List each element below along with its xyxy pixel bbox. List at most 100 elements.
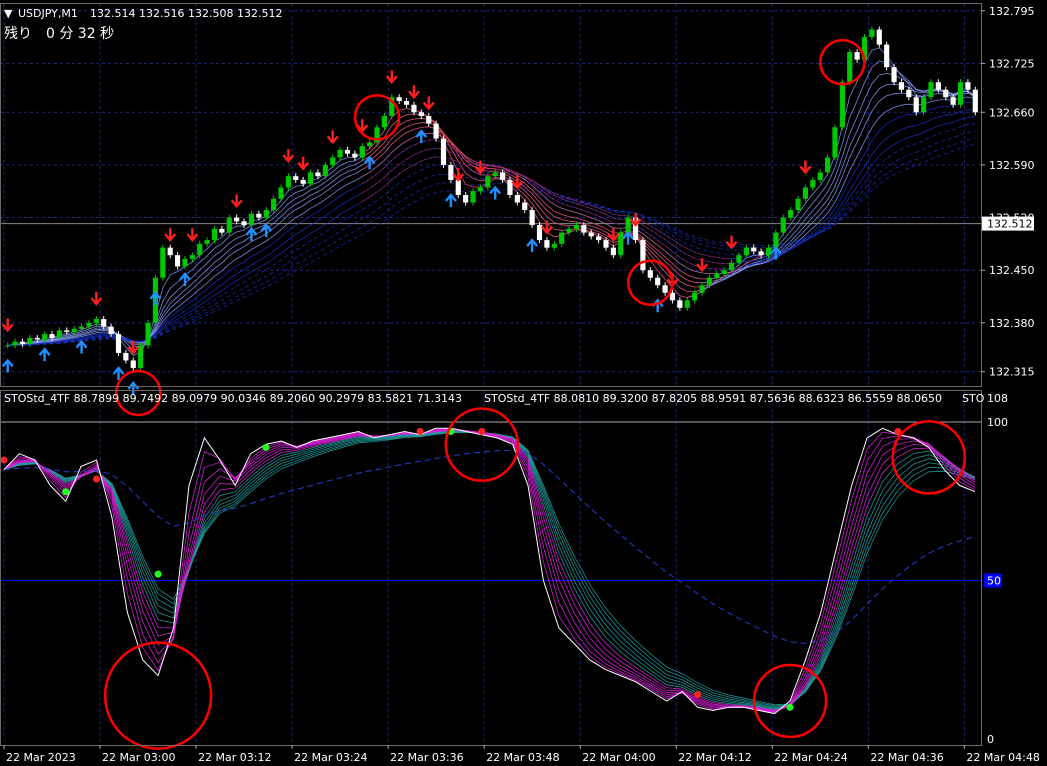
chart-canvas: 132.795132.725132.660132.590132.520132.4… <box>0 3 1040 764</box>
sell-arrow-icon <box>297 156 310 171</box>
candle-body <box>884 44 890 68</box>
candle-body <box>12 341 18 346</box>
candle <box>544 237 550 251</box>
candle-body <box>566 228 572 233</box>
symbol-label[interactable]: USDJPY,M1 <box>18 7 78 20</box>
candle <box>928 79 934 101</box>
buy-arrow-icon <box>75 339 88 354</box>
candle <box>780 214 786 236</box>
candle-body <box>588 232 594 237</box>
candle-body <box>411 104 417 113</box>
candle-body <box>706 277 712 286</box>
buy-arrow-icon <box>179 272 191 286</box>
candle-body <box>581 225 587 233</box>
candle-body <box>765 247 772 256</box>
candle <box>374 124 380 146</box>
candle-body <box>551 243 557 248</box>
candle <box>677 297 683 311</box>
candle-body <box>182 258 188 267</box>
candle-body <box>337 149 343 158</box>
candle-body <box>699 285 705 293</box>
sell-arrow-icon <box>540 220 553 235</box>
candle <box>551 240 557 251</box>
candle-body <box>943 89 949 98</box>
candle-body <box>876 29 882 45</box>
symbol-dropdown-icon[interactable]: ▼ <box>4 7 13 20</box>
time-axis-label: 22 Mar 03:24 <box>294 751 367 764</box>
candle-body <box>322 164 328 177</box>
candle <box>322 161 328 180</box>
candle <box>684 297 690 311</box>
candle <box>647 267 653 281</box>
candle <box>293 173 299 183</box>
candle <box>884 41 890 71</box>
candle <box>174 252 181 270</box>
sell-arrow-icon <box>799 160 812 175</box>
candle-body <box>396 97 402 101</box>
oscillator-highlight-circle <box>103 641 213 750</box>
candle <box>433 120 439 142</box>
candle-body <box>795 198 801 211</box>
candle-body <box>167 247 173 256</box>
candle <box>802 184 809 202</box>
stochastic-ribbon-line <box>3 431 976 707</box>
candle-body <box>972 89 978 113</box>
price-highlight-circle <box>819 38 866 86</box>
candle-body <box>957 82 964 105</box>
candle-body <box>34 337 40 340</box>
candle-body <box>817 172 823 180</box>
price-axis-label: 132.590 <box>989 159 1035 172</box>
candle-body <box>824 157 831 173</box>
time-axis-label: 22 Mar 03:48 <box>486 751 559 764</box>
candle-body <box>692 292 698 301</box>
candle <box>285 173 291 191</box>
candle-body <box>440 138 447 165</box>
time-axis-label: 22 Mar 04:24 <box>774 751 847 764</box>
candle-body <box>928 82 934 98</box>
candle <box>662 282 668 296</box>
candle <box>448 161 454 183</box>
candle-body <box>559 232 565 244</box>
buy-signal-dot <box>786 703 794 711</box>
candle-body <box>241 221 247 226</box>
candle-body <box>758 251 764 256</box>
candle-body <box>160 247 166 278</box>
signal-arrows <box>1 70 812 395</box>
candle <box>898 79 905 93</box>
countdown-timer: 残り 0 分 32 秒 <box>4 26 114 42</box>
candle-body <box>891 67 897 83</box>
candle <box>19 338 26 347</box>
candle-body <box>307 172 314 184</box>
candle-body <box>522 202 528 211</box>
time-axis-label: 22 Mar 04:00 <box>582 751 655 764</box>
candle-body <box>367 142 373 147</box>
candle-body <box>640 240 646 271</box>
candle-body <box>204 240 210 244</box>
sell-arrow-icon <box>696 258 708 273</box>
candle-body <box>935 82 941 90</box>
candle-body <box>684 300 690 308</box>
candle-body <box>832 127 838 158</box>
candle <box>226 214 232 236</box>
candle <box>145 319 151 349</box>
candle <box>470 188 476 206</box>
candle-body <box>499 172 506 180</box>
candle-body <box>330 157 336 165</box>
candle <box>337 146 343 161</box>
candle <box>211 225 218 244</box>
candle-body <box>108 326 114 335</box>
candle-body <box>965 82 971 90</box>
candle-body <box>898 82 905 90</box>
time-axis-label: 22 Mar 2023 <box>6 751 76 764</box>
candle-body <box>123 352 129 361</box>
candle-body <box>913 97 919 113</box>
candle-body <box>42 334 48 340</box>
sell-signal-dot <box>0 456 8 464</box>
candle <box>167 244 173 259</box>
candle-body <box>743 247 749 256</box>
candle-body <box>477 187 484 192</box>
candle <box>138 342 144 371</box>
candle <box>403 97 410 108</box>
candle <box>847 49 853 86</box>
price-axis-label: 132.380 <box>989 317 1035 330</box>
